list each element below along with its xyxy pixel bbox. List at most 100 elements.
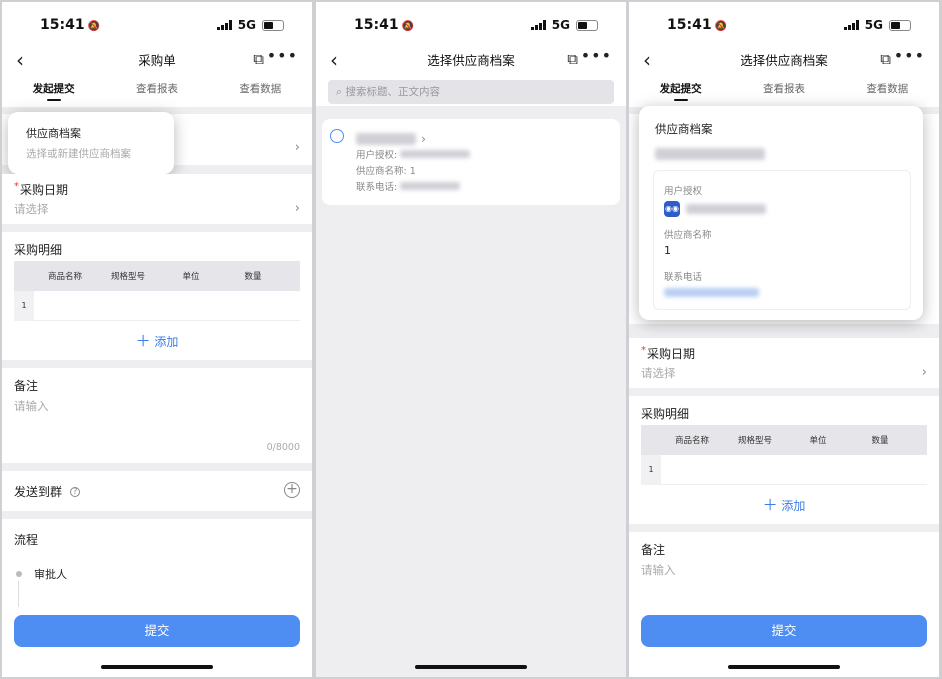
more-icon[interactable]: ••• bbox=[581, 46, 612, 65]
col-unit: 单位 bbox=[182, 272, 200, 282]
add-label: 添加 bbox=[154, 335, 179, 349]
network-label: 5G bbox=[551, 18, 570, 32]
status-bar: 15:41 🔕 5G bbox=[2, 2, 312, 48]
detail-section: 采购明细 商品名称 规格型号 单位 数量 1 ＋ 添加 bbox=[629, 396, 939, 524]
signal-icon bbox=[530, 20, 546, 30]
tab-submit[interactable]: 发起提交 bbox=[629, 74, 732, 107]
signal-icon bbox=[216, 20, 232, 30]
page-title: 选择供应商档案 bbox=[740, 53, 828, 68]
add-row-button[interactable]: ＋ 添加 bbox=[629, 494, 939, 515]
nav-bar: ‹ 采购单 ⧉ ••• bbox=[2, 46, 312, 74]
status-time: 15:41 🔕 bbox=[667, 17, 728, 33]
approver-label[interactable]: 审批人 bbox=[34, 566, 67, 582]
tab-data[interactable]: 查看数据 bbox=[836, 74, 939, 107]
supplier-label: 供应商档案 bbox=[655, 122, 713, 136]
page-title: 采购单 bbox=[138, 53, 176, 68]
name-value: 1 bbox=[664, 244, 671, 257]
plus-icon: ＋ bbox=[762, 496, 778, 514]
phone-value-redacted[interactable] bbox=[664, 288, 759, 297]
date-field-row[interactable]: *采购日期 请选择 › bbox=[629, 338, 939, 388]
submit-button[interactable]: 提交 bbox=[641, 615, 927, 647]
chevron-right-icon: › bbox=[921, 365, 927, 380]
tab-report[interactable]: 查看报表 bbox=[105, 74, 208, 107]
detail-label: 采购明细 bbox=[641, 407, 690, 421]
name-label: 供应商名称 bbox=[664, 230, 712, 241]
remark-placeholder: 请输入 bbox=[641, 563, 676, 577]
table-row[interactable]: 1 bbox=[641, 454, 927, 485]
chevron-right-icon: › bbox=[421, 132, 426, 146]
table-header: 商品名称 规格型号 单位 数量 bbox=[14, 261, 300, 291]
col-spec: 规格型号 bbox=[737, 436, 772, 446]
supplier-name-redacted bbox=[356, 132, 416, 145]
remark-placeholder: 请输入 bbox=[14, 399, 49, 413]
table-header: 商品名称 规格型号 单位 数量 bbox=[641, 425, 927, 455]
plus-icon: ＋ bbox=[135, 332, 151, 350]
flow-dot-icon bbox=[16, 571, 22, 577]
phone-screen-purchase-form-selected: 15:41 🔕 5G ‹ 选择供应商档案 ⧉ ••• 发起提交 查看报表 查看数据… bbox=[628, 1, 940, 678]
add-row-button[interactable]: ＋ 添加 bbox=[2, 330, 312, 351]
phone-label: 联系电话 bbox=[664, 272, 703, 283]
more-icon[interactable]: ••• bbox=[894, 46, 925, 65]
network-label: 5G bbox=[237, 18, 256, 32]
tab-report[interactable]: 查看报表 bbox=[732, 74, 835, 107]
remark-field[interactable]: 备注 请输入 bbox=[629, 532, 939, 612]
send-to-group-row[interactable]: 发送到群 ? + bbox=[2, 471, 312, 511]
phone-label: 联系电话: bbox=[356, 182, 398, 193]
remark-field[interactable]: 备注 请输入 0/8000 bbox=[2, 368, 312, 463]
detail-table: 商品名称 规格型号 单位 数量 1 bbox=[14, 261, 300, 321]
row-index: 1 bbox=[641, 454, 661, 485]
supplier-selected-highlight[interactable]: 供应商档案 用户授权 ◉◉ 供应商名称 1 联系电话 bbox=[639, 106, 923, 320]
required-mark: * bbox=[14, 181, 19, 192]
remark-label: 备注 bbox=[641, 543, 666, 557]
supplier-field-highlight[interactable]: 供应商档案 选择或新建供应商档案 bbox=[8, 112, 174, 174]
tab-submit[interactable]: 发起提交 bbox=[2, 74, 105, 107]
phone-value-redacted bbox=[400, 182, 461, 190]
radio-button[interactable] bbox=[330, 129, 344, 143]
name-value: 1 bbox=[409, 166, 416, 177]
battery-icon bbox=[262, 19, 284, 31]
auth-label: 用户授权 bbox=[664, 186, 703, 197]
mute-bell-icon: 🔕 bbox=[401, 21, 415, 32]
search-input[interactable]: ⌕ 搜索标题、正文内容 bbox=[328, 80, 614, 104]
status-bar: 15:41 🔕 5G bbox=[316, 2, 626, 48]
chevron-right-icon: › bbox=[294, 140, 300, 155]
col-quantity: 数量 bbox=[244, 272, 262, 282]
supplier-list-item[interactable]: › 用户授权: 供应商名称: 1 联系电话: bbox=[322, 119, 620, 205]
add-circle-icon[interactable]: + bbox=[284, 482, 300, 498]
remark-label: 备注 bbox=[14, 379, 39, 393]
share-icon[interactable]: ⧉ bbox=[253, 50, 264, 68]
share-icon[interactable]: ⧉ bbox=[880, 50, 891, 68]
supplier-detail-box: 用户授权 ◉◉ 供应商名称 1 联系电话 bbox=[653, 170, 911, 310]
mute-bell-icon: 🔕 bbox=[87, 21, 101, 32]
share-icon[interactable]: ⧉ bbox=[567, 50, 578, 68]
table-row[interactable]: 1 bbox=[14, 290, 300, 321]
nav-bar: ‹ 选择供应商档案 ⧉ ••• bbox=[629, 46, 939, 74]
user-avatar-icon: ◉◉ bbox=[664, 201, 680, 217]
search-placeholder: 搜索标题、正文内容 bbox=[345, 86, 441, 98]
submit-button[interactable]: 提交 bbox=[14, 615, 300, 647]
help-icon[interactable]: ? bbox=[70, 486, 81, 497]
tab-data[interactable]: 查看数据 bbox=[209, 74, 312, 107]
auth-value-redacted bbox=[686, 204, 766, 214]
date-label: 采购日期 bbox=[647, 347, 696, 361]
battery-icon bbox=[889, 19, 911, 31]
col-product-name: 商品名称 bbox=[674, 436, 709, 446]
supplier-name-redacted bbox=[655, 148, 765, 160]
row-index: 1 bbox=[14, 290, 34, 321]
name-label: 供应商名称: bbox=[356, 166, 407, 177]
more-icon[interactable]: ••• bbox=[267, 46, 298, 65]
home-indicator bbox=[415, 665, 527, 669]
page-title: 选择供应商档案 bbox=[427, 53, 515, 68]
date-field-row[interactable]: *采购日期 请选择 › bbox=[2, 174, 312, 224]
col-spec: 规格型号 bbox=[110, 272, 145, 282]
date-placeholder: 请选择 bbox=[641, 366, 676, 380]
supplier-placeholder: 选择或新建供应商档案 bbox=[26, 148, 131, 160]
send-label: 发送到群 bbox=[14, 485, 63, 499]
flow-line bbox=[18, 581, 19, 609]
auth-value-redacted bbox=[400, 150, 471, 158]
signal-icon bbox=[843, 20, 859, 30]
flow-label: 流程 bbox=[14, 533, 39, 547]
status-time: 15:41 🔕 bbox=[354, 17, 415, 33]
auth-label: 用户授权: bbox=[356, 150, 398, 161]
status-time: 15:41 🔕 bbox=[40, 17, 101, 33]
